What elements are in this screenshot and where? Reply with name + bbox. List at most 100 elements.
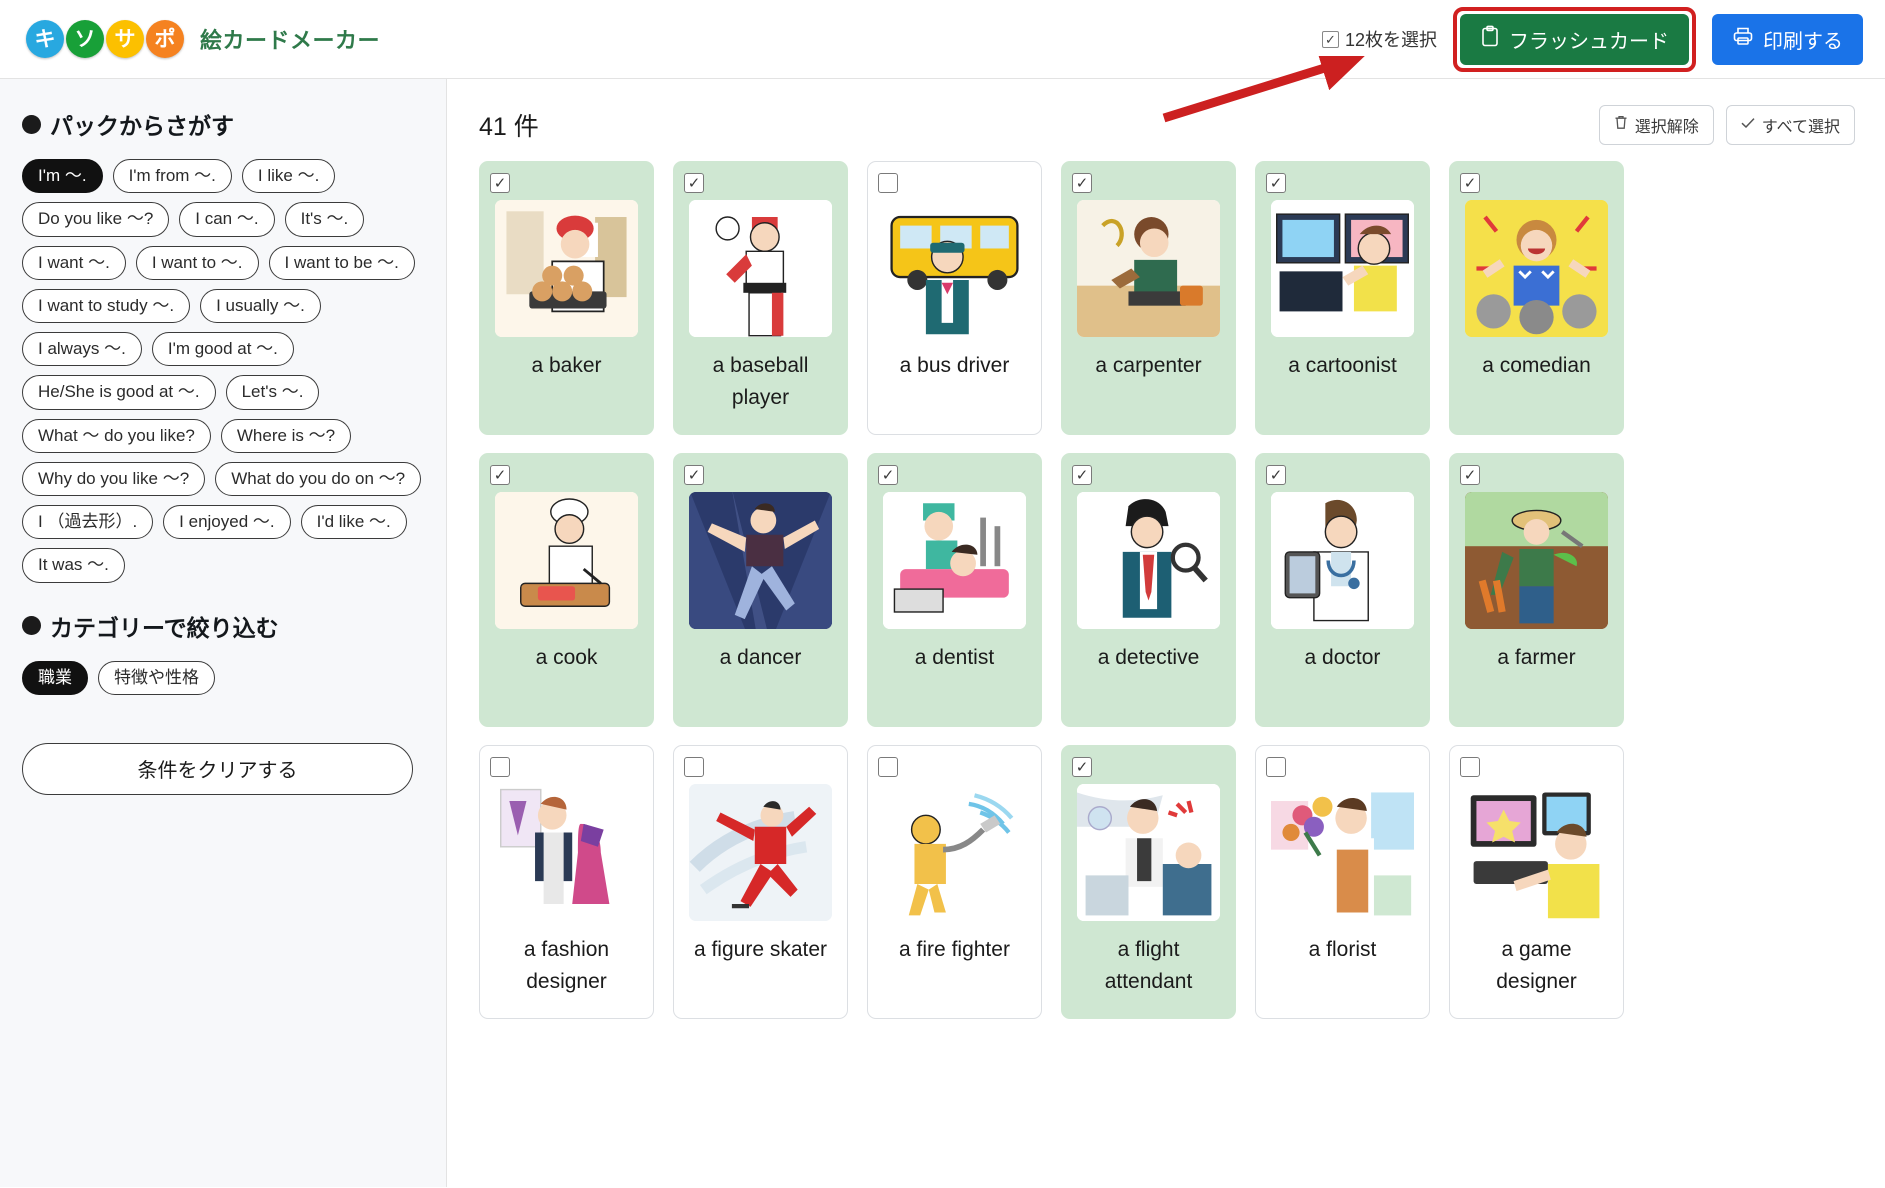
- card-label: a cartoonist: [1288, 354, 1397, 377]
- print-button[interactable]: 印刷する: [1712, 13, 1863, 65]
- card-checkbox[interactable]: [1460, 757, 1480, 777]
- flashcard-button-label: フラッシュカード: [1509, 30, 1669, 53]
- pack-chip-0[interactable]: I'm 〜.: [22, 159, 103, 194]
- card-checkbox[interactable]: [878, 757, 898, 777]
- card-florist[interactable]: a florist: [1255, 745, 1430, 1019]
- card-checkbox[interactable]: ✓: [490, 173, 510, 193]
- deselect-all-button[interactable]: 選択解除: [1598, 105, 1714, 145]
- card-checkbox[interactable]: ✓: [1072, 757, 1092, 777]
- card-checkbox[interactable]: ✓: [490, 465, 510, 485]
- card-checkbox[interactable]: ✓: [1460, 465, 1480, 485]
- card-illustration: [1465, 784, 1608, 921]
- pack-chip-17[interactable]: Why do you like 〜?: [22, 461, 206, 496]
- result-count: 41 件: [479, 113, 539, 141]
- flashcard-button[interactable]: フラッシュカード: [1460, 13, 1689, 65]
- deselect-all-label: 選択解除: [1634, 119, 1699, 136]
- card-label: a flight attendant: [1104, 938, 1193, 993]
- card-illustration: [495, 492, 638, 629]
- card-fashion[interactable]: a fashion designer: [479, 745, 654, 1019]
- pack-chip-12[interactable]: I'm good at 〜.: [151, 332, 294, 367]
- pack-chip-18[interactable]: What do you do on 〜?: [215, 461, 422, 496]
- card-detective[interactable]: ✓ a detective: [1061, 453, 1236, 727]
- card-firefighter[interactable]: a fire fighter: [867, 745, 1042, 1019]
- category-chip-0[interactable]: 職業: [22, 660, 88, 695]
- pack-chip-3[interactable]: Do you like 〜?: [22, 202, 170, 237]
- card-label: a dentist: [914, 646, 995, 669]
- pack-chip-13[interactable]: He/She is good at 〜.: [22, 375, 216, 410]
- logo-circle-4: ポ: [146, 20, 184, 58]
- page-layout: パックからさがす I'm 〜. I'm from 〜. I like 〜. Do yo…: [0, 79, 1885, 1187]
- pack-chip-11[interactable]: I always 〜.: [22, 332, 142, 367]
- card-illustration: [883, 784, 1026, 921]
- bullet-icon: [22, 616, 41, 635]
- card-illustration: [495, 784, 638, 921]
- grid-toolbar-actions: 選択解除 すべて選択: [1598, 105, 1855, 145]
- card-cartoonist[interactable]: ✓ a cartoonist: [1255, 161, 1430, 435]
- pack-chip-7[interactable]: I want to 〜.: [135, 245, 259, 280]
- card-illustration: [1465, 200, 1608, 337]
- card-checkbox[interactable]: [1266, 757, 1286, 777]
- card-checkbox[interactable]: [878, 173, 898, 193]
- selection-count-label: 12枚を選択: [1344, 30, 1437, 50]
- card-cook[interactable]: ✓ a cook: [479, 453, 654, 727]
- card-illustration: [883, 492, 1026, 629]
- pack-chip-10[interactable]: I usually 〜.: [200, 288, 321, 323]
- pack-chip-1[interactable]: I'm from 〜.: [112, 159, 232, 194]
- category-chip-1[interactable]: 特徴や性格: [98, 660, 215, 695]
- logo-circle-2: ソ: [66, 20, 104, 58]
- pack-chip-22[interactable]: It was 〜.: [22, 548, 125, 583]
- card-checkbox[interactable]: ✓: [1072, 465, 1092, 485]
- card-baker[interactable]: ✓ a baker: [479, 161, 654, 435]
- logo-circles: キソサポ: [26, 20, 186, 58]
- pack-chip-19[interactable]: I （過去形）.: [22, 505, 154, 540]
- pack-chip-6[interactable]: I want 〜.: [22, 245, 126, 280]
- pack-chip-21[interactable]: I'd like 〜.: [300, 505, 407, 540]
- card-farmer[interactable]: ✓ a farmer: [1449, 453, 1624, 727]
- pack-chip-9[interactable]: I want to study 〜.: [22, 288, 191, 323]
- pack-chip-16[interactable]: Where is 〜?: [220, 418, 352, 453]
- card-checkbox[interactable]: [684, 757, 704, 777]
- card-grid: ✓ a baker ✓ a baseball player a bus driv…: [479, 161, 1855, 1019]
- category-chip-list: 職業 特徴や性格: [22, 660, 422, 695]
- pack-chip-14[interactable]: Let's 〜.: [225, 375, 320, 410]
- sidebar: パックからさがす I'm 〜. I'm from 〜. I like 〜. Do yo…: [0, 79, 447, 1187]
- select-all-button[interactable]: すべて選択: [1725, 105, 1855, 145]
- card-checkbox[interactable]: ✓: [878, 465, 898, 485]
- flashcard-highlight-box: フラッシュカード: [1453, 6, 1696, 72]
- card-checkbox[interactable]: ✓: [1266, 465, 1286, 485]
- card-illustration: [689, 492, 832, 629]
- card-grid-panel: 41 件 選択解除 すべて選択 ✓ a baker ✓ a baseball p…: [447, 79, 1885, 1187]
- card-checkbox[interactable]: ✓: [1266, 173, 1286, 193]
- pack-chip-5[interactable]: It's 〜.: [284, 202, 365, 237]
- card-flight[interactable]: ✓ a flight attendant: [1061, 745, 1236, 1019]
- pack-chip-4[interactable]: I can 〜.: [179, 202, 275, 237]
- card-gamedesigner[interactable]: a game designer: [1449, 745, 1624, 1019]
- pack-chip-15[interactable]: What 〜 do you like?: [22, 418, 211, 453]
- card-checkbox[interactable]: ✓: [684, 465, 704, 485]
- logo-circle-3: サ: [106, 20, 144, 58]
- card-dancer[interactable]: ✓ a dancer: [673, 453, 848, 727]
- card-label: a bus driver: [899, 354, 1010, 377]
- pack-chip-8[interactable]: I want to be 〜.: [268, 245, 415, 280]
- card-comedian[interactable]: ✓ a comedian: [1449, 161, 1624, 435]
- category-heading-label: カテゴリーで絞り込む: [50, 614, 279, 641]
- app-logo[interactable]: キソサポ 絵カードメーカー: [26, 20, 380, 58]
- card-dentist[interactable]: ✓ a dentist: [867, 453, 1042, 727]
- card-bus[interactable]: a bus driver: [867, 161, 1042, 435]
- header-actions: ✓ 12枚を選択 フラッシュカード 印刷する: [1321, 6, 1863, 72]
- card-checkbox[interactable]: ✓: [684, 173, 704, 193]
- card-illustration: [1271, 200, 1414, 337]
- card-baseball[interactable]: ✓ a baseball player: [673, 161, 848, 435]
- card-checkbox[interactable]: ✓: [1460, 173, 1480, 193]
- pack-chip-2[interactable]: I like 〜.: [241, 159, 336, 194]
- card-carpenter[interactable]: ✓ a carpenter: [1061, 161, 1236, 435]
- card-label: a comedian: [1482, 354, 1591, 377]
- card-doctor[interactable]: ✓ a doctor: [1255, 453, 1430, 727]
- card-checkbox[interactable]: ✓: [1072, 173, 1092, 193]
- clear-filters-button[interactable]: 条件をクリアする: [22, 742, 413, 795]
- card-checkbox[interactable]: [490, 757, 510, 777]
- app-header: キソサポ 絵カードメーカー ✓ 12枚を選択 フラッシュカード 印刷する: [0, 0, 1885, 123]
- card-skater[interactable]: a figure skater: [673, 745, 848, 1019]
- card-illustration: [689, 200, 832, 337]
- pack-chip-20[interactable]: I enjoyed 〜.: [163, 505, 291, 540]
